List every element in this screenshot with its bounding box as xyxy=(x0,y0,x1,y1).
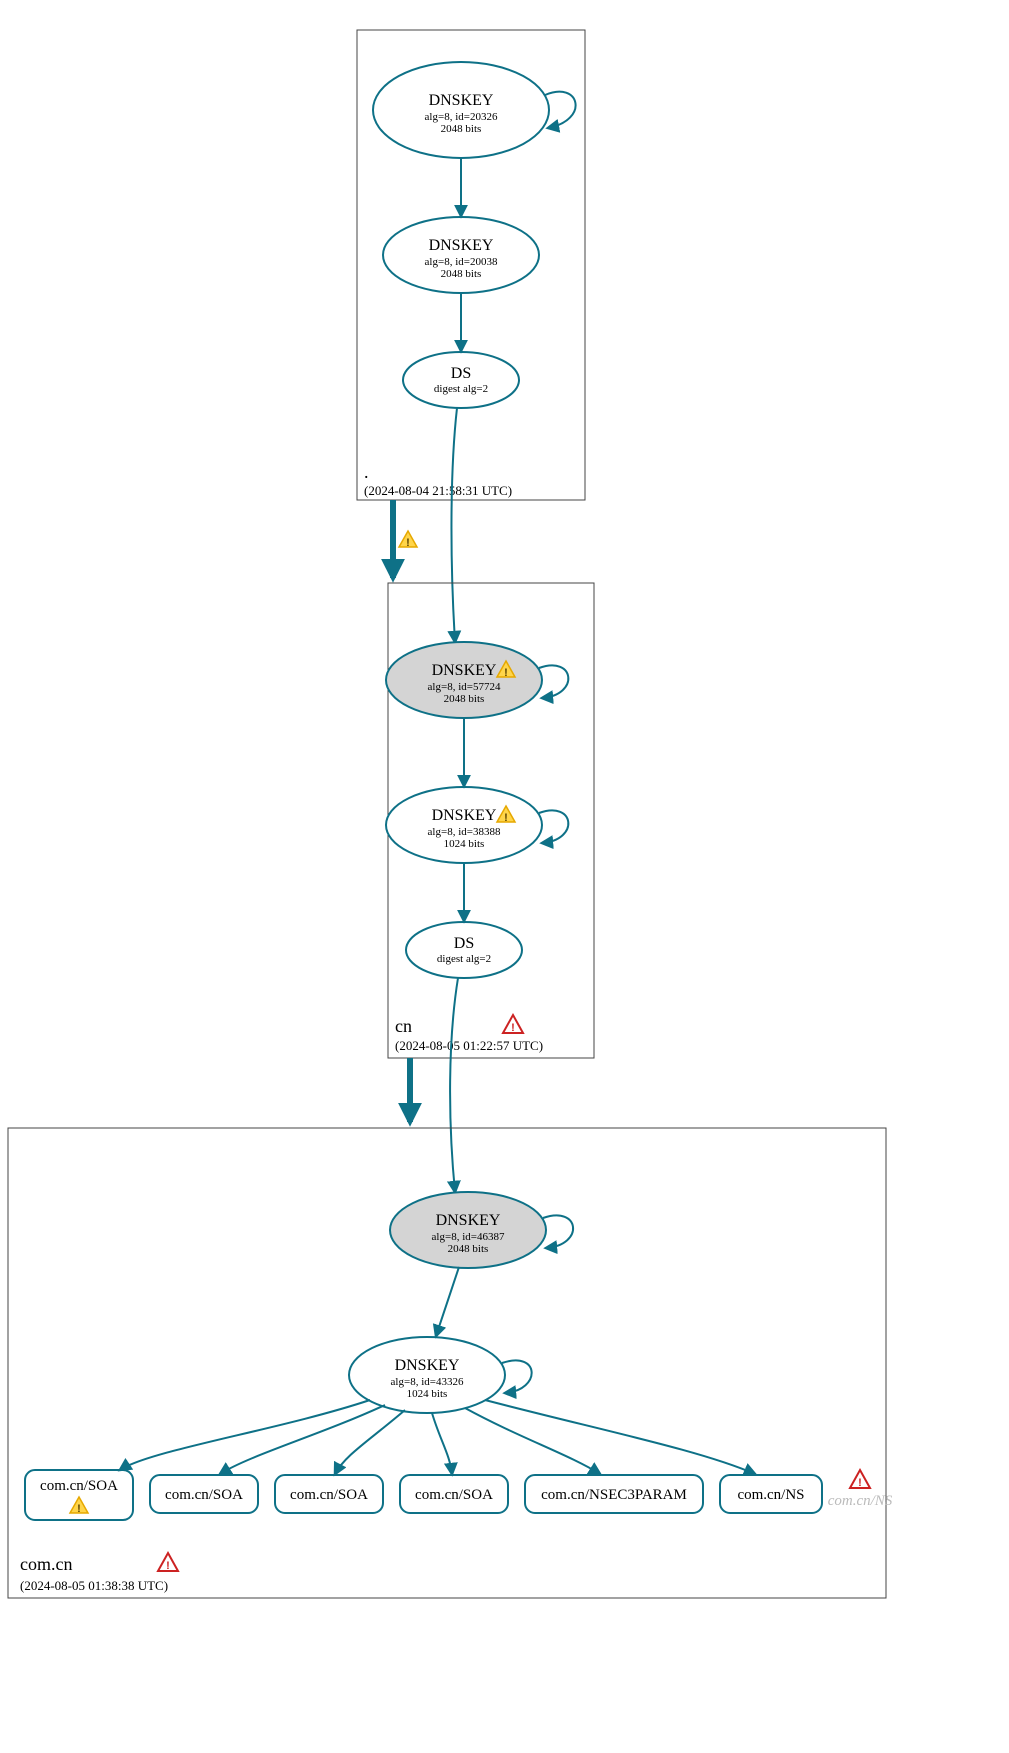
svg-text:com.cn/SOA: com.cn/SOA xyxy=(290,1487,368,1503)
node-comcn-ksk: DNSKEY alg=8, id=46387 2048 bits xyxy=(390,1192,546,1268)
zone-comcn-ts: (2024-08-05 01:38:38 UTC) xyxy=(20,1578,168,1593)
node-cn-ksk: DNSKEY alg=8, id=57724 2048 bits xyxy=(386,642,542,718)
zone-cn-ts: (2024-08-05 01:22:57 UTC) xyxy=(395,1038,543,1053)
node-cn-ds: DS digest alg=2 xyxy=(406,922,522,978)
node-root-ds: DS digest alg=2 xyxy=(403,352,519,408)
zone-root: . (2024-08-04 21:58:31 UTC) DNSKEY alg=8… xyxy=(357,30,585,500)
edge-zsk-r5 xyxy=(465,1408,600,1474)
svg-text:DNSKEY: DNSKEY xyxy=(432,662,497,679)
rrset-soa-3: com.cn/SOA xyxy=(275,1475,383,1513)
edge-self-comcn-ksk xyxy=(543,1215,573,1248)
svg-text:2048 bits: 2048 bits xyxy=(441,123,482,135)
zone-comcn-label: com.cn xyxy=(20,1554,72,1574)
svg-text:alg=8, id=46387: alg=8, id=46387 xyxy=(432,1231,505,1243)
edge-zsk-r4 xyxy=(432,1413,452,1474)
edge-cn-ds-comcn-ksk xyxy=(450,978,458,1192)
svg-text:alg=8, id=57724: alg=8, id=57724 xyxy=(428,681,501,693)
zone-cn: cn (2024-08-05 01:22:57 UTC) DNSKEY alg=… xyxy=(386,583,594,1058)
svg-text:digest alg=2: digest alg=2 xyxy=(437,953,491,965)
node-root-ksk: DNSKEY alg=8, id=20326 2048 bits xyxy=(373,62,549,158)
svg-text:DS: DS xyxy=(454,935,474,952)
svg-text:com.cn/SOA: com.cn/SOA xyxy=(40,1478,118,1494)
rrset-ns: com.cn/NS xyxy=(720,1475,822,1513)
svg-text:digest alg=2: digest alg=2 xyxy=(434,383,488,395)
svg-text:DNSKEY: DNSKEY xyxy=(429,237,494,254)
rrset-soa-2: com.cn/SOA xyxy=(150,1475,258,1513)
edge-self-cn-zsk xyxy=(539,810,568,843)
zone-comcn: com.cn (2024-08-05 01:38:38 UTC) DNSKEY … xyxy=(8,1128,893,1598)
edge-self-cn-ksk xyxy=(539,665,568,698)
svg-text:com.cn/NS: com.cn/NS xyxy=(828,1493,893,1509)
edge-root-ds-cn-ksk xyxy=(451,408,457,642)
svg-text:alg=8, id=43326: alg=8, id=43326 xyxy=(391,1376,464,1388)
edge-zsk-r2 xyxy=(220,1405,385,1474)
svg-text:1024 bits: 1024 bits xyxy=(444,838,485,850)
edge-zsk-r1 xyxy=(120,1400,370,1470)
svg-text:DNSKEY: DNSKEY xyxy=(429,92,494,109)
svg-text:2048 bits: 2048 bits xyxy=(444,693,485,705)
svg-text:alg=8, id=20326: alg=8, id=20326 xyxy=(425,111,498,123)
error-icon xyxy=(850,1470,870,1489)
node-comcn-zsk: DNSKEY alg=8, id=43326 1024 bits xyxy=(349,1337,505,1413)
svg-text:DNSKEY: DNSKEY xyxy=(432,807,497,824)
svg-text:com.cn/NS: com.cn/NS xyxy=(737,1487,804,1503)
svg-text:1024 bits: 1024 bits xyxy=(407,1388,448,1400)
node-cn-zsk: DNSKEY alg=8, id=38388 1024 bits xyxy=(386,787,542,863)
rrset-soa-4: com.cn/SOA xyxy=(400,1475,508,1513)
rrset-ns-missing: com.cn/NS xyxy=(828,1470,893,1509)
edge-zsk-r3 xyxy=(335,1410,405,1474)
warning-icon xyxy=(399,531,417,549)
svg-text:2048 bits: 2048 bits xyxy=(441,268,482,280)
svg-text:DS: DS xyxy=(451,365,471,382)
svg-text:2048 bits: 2048 bits xyxy=(448,1243,489,1255)
zone-root-label: . xyxy=(364,462,369,482)
error-icon xyxy=(158,1553,178,1572)
rrset-nsec3param: com.cn/NSEC3PARAM xyxy=(525,1475,703,1513)
rrset-soa-1: com.cn/SOA xyxy=(25,1470,133,1520)
svg-text:alg=8, id=38388: alg=8, id=38388 xyxy=(428,826,501,838)
svg-text:com.cn/SOA: com.cn/SOA xyxy=(165,1487,243,1503)
dnssec-diagram: ! ! . (2024-08-04 21:58:31 UTC) DNSKEY a… xyxy=(0,0,1009,1753)
error-icon xyxy=(503,1015,523,1034)
zone-cn-label: cn xyxy=(395,1016,412,1036)
svg-text:com.cn/SOA: com.cn/SOA xyxy=(415,1487,493,1503)
edge-comcn-ksk-zsk xyxy=(436,1267,459,1336)
node-root-zsk: DNSKEY alg=8, id=20038 2048 bits xyxy=(383,217,539,293)
svg-text:com.cn/NSEC3PARAM: com.cn/NSEC3PARAM xyxy=(541,1487,687,1503)
edge-self-comcn-zsk xyxy=(502,1360,532,1393)
zone-root-ts: (2024-08-04 21:58:31 UTC) xyxy=(364,483,512,498)
svg-text:DNSKEY: DNSKEY xyxy=(395,1357,460,1374)
svg-text:DNSKEY: DNSKEY xyxy=(436,1212,501,1229)
svg-text:alg=8, id=20038: alg=8, id=20038 xyxy=(425,256,498,268)
